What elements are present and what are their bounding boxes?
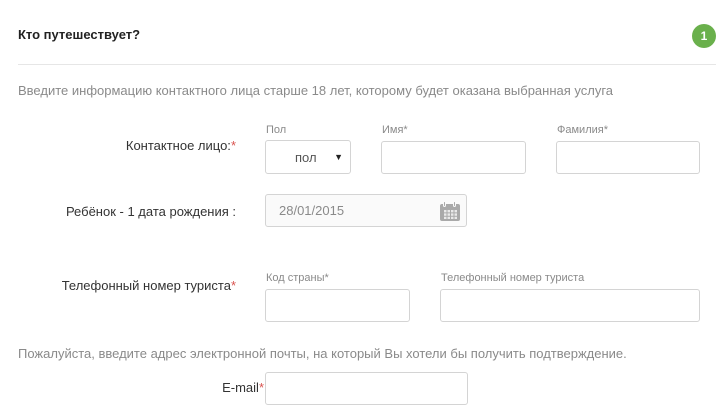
- contact-intro-text: Введите информацию контактного лица стар…: [18, 83, 614, 98]
- phone-number-input[interactable]: [440, 289, 700, 322]
- tourist-phone-label-text: Телефонный номер туриста: [61, 278, 231, 293]
- section-divider: [18, 64, 716, 65]
- required-mark: *: [258, 380, 264, 395]
- calendar-icon[interactable]: [440, 200, 460, 221]
- last-name-field-label: Фамилия*: [557, 124, 608, 136]
- country-code-field-label: Код страны*: [266, 272, 329, 284]
- phone-number-field-label: Телефонный номер туриста: [441, 272, 585, 284]
- email-label-text: E-mail: [222, 380, 259, 395]
- required-mark: *: [230, 278, 236, 293]
- required-mark: *: [230, 138, 236, 153]
- email-input[interactable]: [265, 372, 468, 405]
- child-birthdate-label: Ребёнок - 1 дата рождения :: [65, 204, 236, 219]
- email-info-text: Пожалуйста, введите адрес электронной по…: [18, 346, 627, 361]
- contact-person-label: Контактное лицо:*: [60, 138, 236, 153]
- last-name-input[interactable]: [556, 141, 700, 174]
- gender-select-value: пол: [295, 149, 317, 165]
- child-birthdate-input[interactable]: 28/01/2015: [265, 194, 467, 227]
- child-birthdate-value: 28/01/2015: [279, 203, 345, 218]
- gender-select[interactable]: пол ▼: [265, 140, 351, 174]
- gender-field-label: Пол: [266, 124, 287, 136]
- section-title: Кто путешествует?: [18, 27, 141, 42]
- step-badge: 1: [692, 24, 716, 48]
- first-name-field-label: Имя*: [382, 124, 408, 136]
- contact-person-label-text: Контактное лицо:: [125, 138, 231, 153]
- country-code-input[interactable]: [265, 289, 410, 322]
- email-label: E-mail*: [120, 380, 264, 395]
- first-name-input[interactable]: [381, 141, 526, 174]
- chevron-down-icon: ▼: [334, 152, 343, 162]
- tourist-phone-label: Телефонный номер туриста*: [20, 278, 236, 293]
